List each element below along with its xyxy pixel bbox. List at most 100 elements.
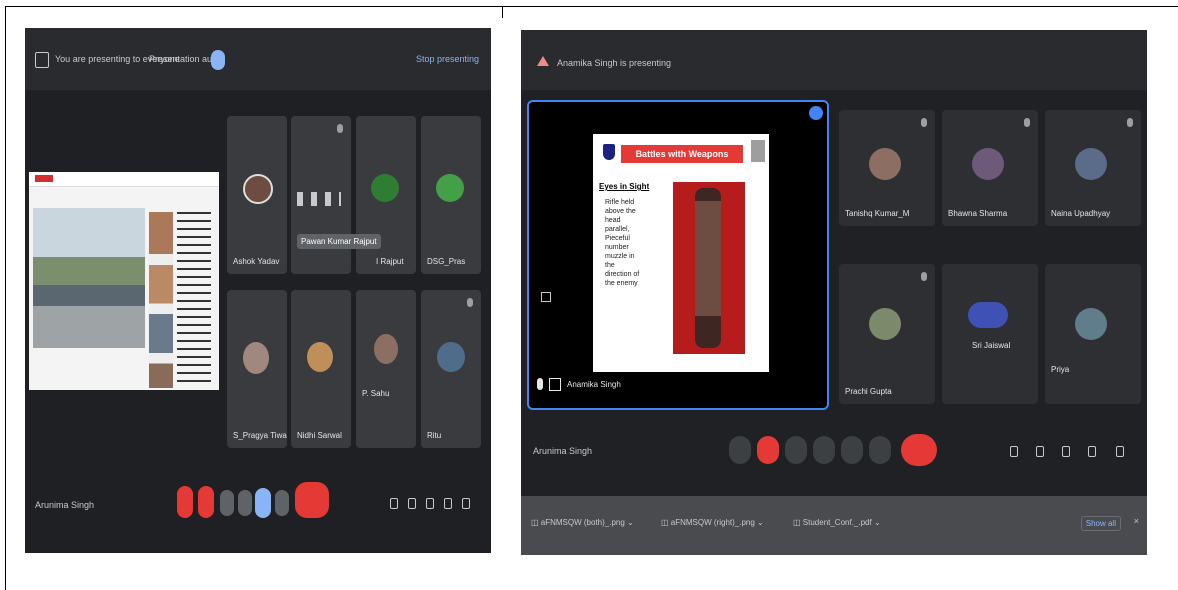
- download-file-name: Student_Conf._.pdf: [802, 518, 872, 527]
- close-icon[interactable]: ×: [1134, 516, 1139, 526]
- avatar: [968, 302, 1008, 328]
- expand-icon[interactable]: [541, 292, 551, 302]
- presenter-screen-icon: [549, 378, 561, 391]
- slide-title: Battles with Weapons: [621, 145, 743, 163]
- participant-tile-1[interactable]: Tanishq Kumar_M: [839, 110, 935, 226]
- frame-left-line: [5, 6, 6, 590]
- slide-emblem-icon: [751, 140, 765, 162]
- participant-tile-2[interactable]: [291, 116, 351, 274]
- soldier-figure: [695, 188, 721, 348]
- presenting-text: Anamika Singh is presenting: [557, 58, 672, 68]
- avatar: [374, 334, 398, 364]
- download-file-name: aFNMSQW (right)_.png: [670, 518, 755, 527]
- soldier-photo: [673, 182, 745, 354]
- captions-button[interactable]: [785, 436, 807, 464]
- participant-name: Naina Upadhyay: [1051, 209, 1111, 218]
- participant-tile-5[interactable]: Sri Jaiswal: [942, 264, 1038, 404]
- stop-presenting-button[interactable]: Stop presenting: [416, 54, 479, 64]
- host-controls-icon[interactable]: [459, 496, 471, 510]
- captions-button[interactable]: [220, 490, 234, 516]
- slide-line: number: [605, 244, 629, 251]
- chevron-down-icon[interactable]: ⌄: [625, 518, 634, 527]
- show-all-button[interactable]: Show all: [1080, 516, 1121, 531]
- pin-icon[interactable]: [809, 106, 823, 120]
- participant-tile-4[interactable]: DSG_Pras: [421, 116, 481, 274]
- download-file-name: aFNMSQW (both)_.png: [540, 518, 625, 527]
- present-button[interactable]: [841, 436, 863, 464]
- participant-name: Ritu: [427, 431, 442, 440]
- mic-off-icon: [921, 118, 927, 127]
- presenter-mic-icon: [537, 378, 543, 390]
- mic-button[interactable]: [177, 486, 193, 518]
- presentation-audio-toggle[interactable]: [211, 50, 225, 70]
- presenter-name: Anamika Singh: [567, 380, 621, 389]
- slide-subtitle: Eyes in Sight: [599, 182, 650, 191]
- chevron-down-icon[interactable]: ⌄: [872, 518, 881, 527]
- activities-icon[interactable]: [1085, 444, 1097, 458]
- file-icon: ◫: [793, 518, 803, 527]
- participant-tile-6[interactable]: Priya: [1045, 264, 1141, 404]
- participant-tooltip: Pawan Kumar Rajput: [297, 234, 381, 249]
- avatar: [436, 174, 464, 202]
- slide-line: parallel,: [605, 226, 630, 233]
- avatar: [1075, 308, 1107, 340]
- present-button[interactable]: [255, 488, 271, 518]
- people-icon[interactable]: [405, 496, 417, 510]
- slide-line: muzzle in: [605, 253, 635, 260]
- raise-hand-button[interactable]: [813, 436, 835, 464]
- avatar: [1075, 148, 1107, 180]
- info-icon[interactable]: [1007, 444, 1019, 458]
- presenting-bar: Anamika Singh is presenting: [521, 30, 1147, 90]
- slide-line: head: [605, 217, 621, 224]
- leave-call-button[interactable]: [295, 482, 329, 518]
- participant-tile-7[interactable]: P. Sahu: [356, 290, 416, 448]
- avatar: [437, 342, 465, 372]
- present-screen-icon: [35, 52, 49, 68]
- more-options-button[interactable]: [869, 436, 891, 464]
- more-options-button[interactable]: [275, 490, 289, 516]
- presentation-tile[interactable]: Battles with Weapons Eyes in Sight Rifle…: [527, 100, 829, 410]
- participant-tile-3[interactable]: Naina Upadhyay: [1045, 110, 1141, 226]
- camera-button[interactable]: [757, 436, 779, 464]
- mic-button[interactable]: [729, 436, 751, 464]
- avatar: [243, 342, 269, 374]
- frame-top-line: [5, 6, 1178, 7]
- activities-icon[interactable]: [441, 496, 453, 510]
- participant-tile-6[interactable]: Nidhi Sarwal: [291, 290, 351, 448]
- camera-button[interactable]: [198, 486, 214, 518]
- chat-icon[interactable]: [423, 496, 435, 510]
- downloads-bar: ◫ aFNMSQW (both)_.png ⌄ ◫ aFNMSQW (right…: [521, 496, 1147, 555]
- avatar: [972, 148, 1004, 180]
- avatar: [371, 174, 399, 202]
- participant-tile-5[interactable]: S_Pragya Tiwari: [227, 290, 287, 448]
- chevron-down-icon[interactable]: ⌄: [755, 518, 764, 527]
- slide-line: direction of: [605, 271, 640, 278]
- mic-off-icon: [337, 124, 343, 133]
- leave-call-button[interactable]: [901, 434, 937, 466]
- download-item-2[interactable]: ◫ aFNMSQW (right)_.png ⌄: [661, 518, 764, 527]
- participant-name: P. Sahu: [362, 389, 390, 398]
- host-controls-icon[interactable]: [1113, 444, 1125, 458]
- participant-tile-3[interactable]: I Rajput: [356, 116, 416, 274]
- participant-tile-1[interactable]: Ashok Yadav: [227, 116, 287, 274]
- avatar: [869, 308, 901, 340]
- people-icon[interactable]: [1033, 444, 1045, 458]
- raise-hand-button[interactable]: [238, 490, 252, 516]
- avatar: [307, 342, 333, 372]
- meeting-tool-icons: [297, 192, 341, 206]
- download-item-1[interactable]: ◫ aFNMSQW (both)_.png ⌄: [531, 518, 634, 527]
- self-name: Arunima Singh: [35, 500, 95, 510]
- frame-divider-line: [502, 6, 503, 18]
- self-name: Arunima Singh: [533, 446, 593, 456]
- chat-icon[interactable]: [1059, 444, 1071, 458]
- participant-tile-4[interactable]: Prachi Gupta: [839, 264, 935, 404]
- slide-line: above the: [605, 208, 636, 215]
- slide-line: the enemy: [605, 280, 638, 287]
- participant-name: Priya: [1051, 365, 1070, 374]
- avatar: [869, 148, 901, 180]
- avatar: [243, 174, 273, 204]
- download-item-3[interactable]: ◫ Student_Conf._.pdf ⌄: [793, 518, 881, 527]
- info-icon[interactable]: [387, 496, 399, 510]
- participant-tile-2[interactable]: Bhawna Sharma: [942, 110, 1038, 226]
- participant-tile-8[interactable]: Ritu: [421, 290, 481, 448]
